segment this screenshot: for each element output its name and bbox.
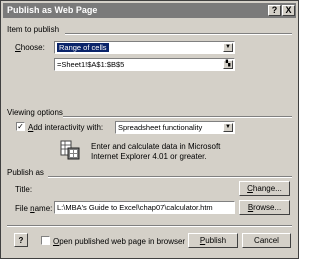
open-in-browser-checkbox[interactable]	[41, 236, 50, 245]
filename-input[interactable]: L:\MBA's Guide to Excel\chap07\calculato…	[54, 201, 235, 214]
help-title-button[interactable]: ?	[268, 5, 281, 16]
interactivity-value: Spreadsheet functionality	[118, 123, 203, 132]
dialog-title: Publish as Web Page	[7, 5, 98, 15]
interactivity-info: Enter and calculate data in Microsoft In…	[91, 142, 220, 162]
footer-divider	[7, 225, 292, 227]
cancel-button[interactable]: Cancel	[242, 233, 291, 248]
open-in-browser-label: Open published web page in browser	[53, 237, 186, 246]
collapse-dialog-icon[interactable]: ▚	[223, 60, 233, 69]
viewing-divider	[63, 116, 292, 118]
filename-value: L:\MBA's Guide to Excel\chap07\calculato…	[57, 203, 213, 212]
item-to-publish-heading: Item to publish	[7, 25, 60, 34]
spreadsheet-calculator-icon	[60, 140, 80, 160]
filename-label: File name:	[15, 204, 53, 213]
choose-label: Choose:	[15, 43, 45, 52]
publish-divider	[48, 176, 292, 178]
viewing-options-heading: Viewing options	[7, 108, 63, 117]
range-input[interactable]: =Sheet1!$A$1:$B$5 ▚	[54, 58, 235, 71]
interactivity-checkbox[interactable]: ✓	[16, 122, 25, 131]
title-bar[interactable]: Publish as Web Page ? X	[3, 3, 296, 18]
browse-button[interactable]: Browse...	[239, 200, 290, 215]
interactivity-combobox[interactable]: Spreadsheet functionality ▼	[115, 121, 235, 134]
info-line-1: Enter and calculate data in Microsoft	[91, 142, 221, 151]
item-divider	[65, 33, 292, 35]
choose-selected-value: Range of cells	[57, 43, 109, 52]
choose-combobox[interactable]: Range of cells ▼	[54, 41, 235, 54]
publish-button[interactable]: Publish	[188, 233, 238, 248]
range-value: =Sheet1!$A$1:$B$5	[57, 60, 125, 69]
publish-web-page-dialog: Publish as Web Page ? X Item to publish …	[0, 0, 299, 259]
interactivity-label: Add interactivity with:	[28, 123, 104, 132]
close-icon[interactable]: X	[282, 5, 295, 16]
chevron-down-icon[interactable]: ▼	[223, 43, 233, 52]
help-icon[interactable]: ?	[14, 233, 28, 247]
chevron-down-icon[interactable]: ▼	[223, 123, 233, 132]
title-label: Title:	[15, 185, 33, 194]
publish-as-heading: Publish as	[7, 168, 44, 177]
change-button[interactable]: Change...	[239, 181, 290, 196]
info-line-2: Internet Explorer 4.01 or greater.	[91, 152, 207, 161]
